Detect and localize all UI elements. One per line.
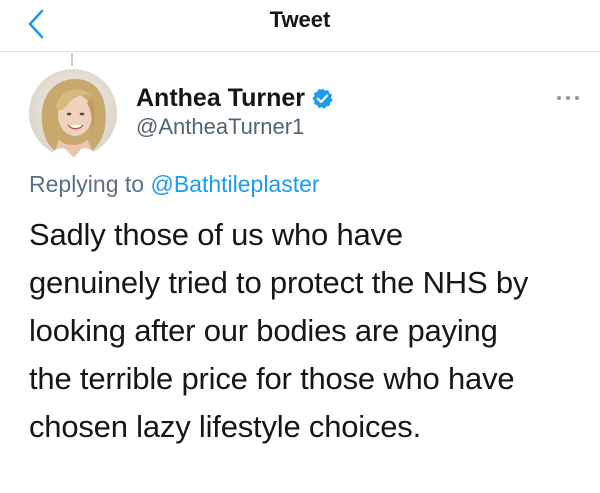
author-handle[interactable]: @AntheaTurner1 [136,114,304,140]
replying-to-label: Replying to [29,171,145,197]
page-title: Tweet [269,7,331,32]
reply-mention-link[interactable]: @Bathtileplaster [150,171,319,197]
verified-badge-icon [311,87,334,110]
profile-photo [29,69,117,157]
more-horizontal-icon [557,96,579,100]
tweet-text: Sadly those of us who have genuinely tri… [29,217,529,444]
author-name[interactable]: Anthea Turner [136,84,305,113]
replying-to: Replying to @Bathtileplaster [29,171,320,198]
author-name-row: Anthea Turner [136,82,334,114]
thread-connector [71,53,73,66]
avatar[interactable] [29,69,117,157]
top-bar: Tweet [0,0,600,52]
more-options-button[interactable] [553,86,583,110]
